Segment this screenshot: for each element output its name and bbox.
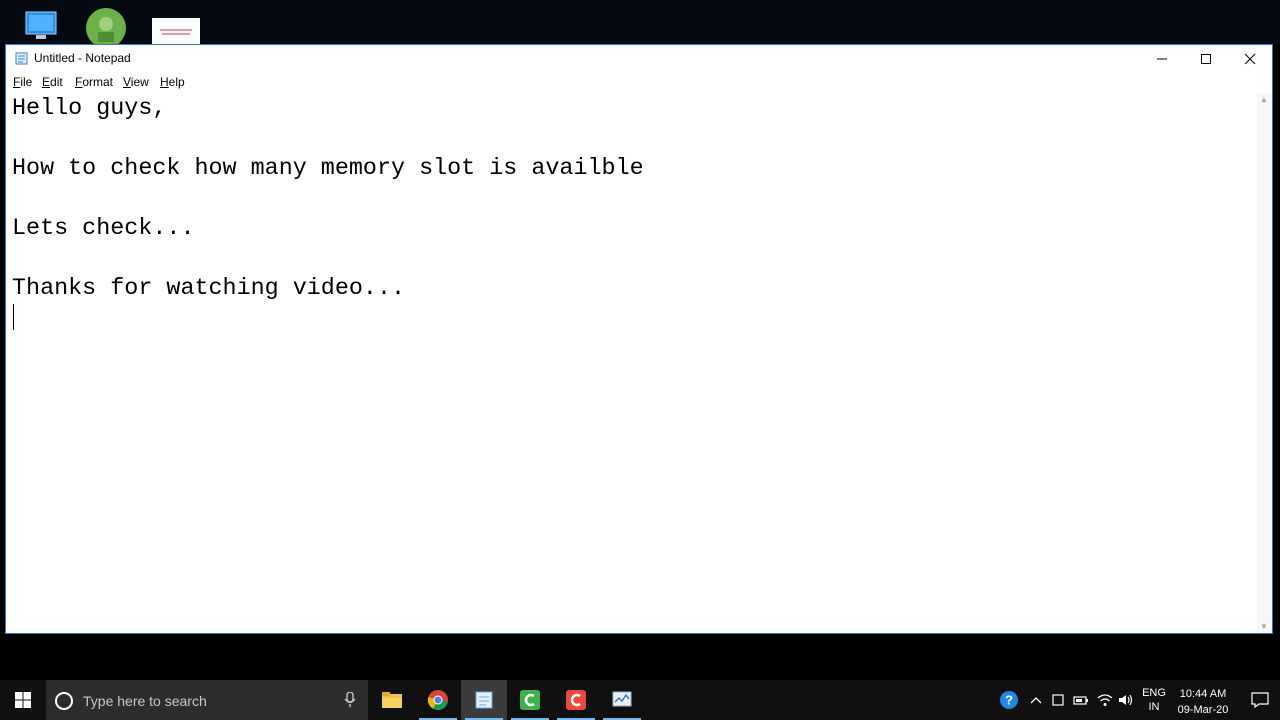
cortana-icon xyxy=(54,691,74,716)
notepad-icon xyxy=(15,51,29,65)
search-placeholder: Type here to search xyxy=(83,693,207,709)
wifi-icon xyxy=(1097,694,1113,706)
chrome-icon xyxy=(427,690,448,710)
volume-button[interactable] xyxy=(1116,680,1136,720)
help-tray-button[interactable]: ? xyxy=(996,680,1022,720)
app-desktop-icon[interactable] xyxy=(86,8,126,48)
camtasia-green-icon xyxy=(520,690,540,710)
search-box[interactable]: Type here to search xyxy=(46,680,368,720)
desktop-background xyxy=(0,634,1280,680)
language-indicator[interactable]: ENG IN xyxy=(1140,686,1168,714)
task-manager-button[interactable] xyxy=(599,680,645,720)
menu-format[interactable]: Format xyxy=(75,75,113,89)
scroll-down-icon[interactable]: ▼ xyxy=(1260,622,1268,631)
menu-help[interactable]: Help xyxy=(160,75,185,89)
text-line: Thanks for watching video... xyxy=(12,276,406,302)
notepad-icon xyxy=(475,691,493,709)
menu-bar: File Edit Format View Help xyxy=(6,73,1272,93)
taskbar: Type here to search ? ENG IN 10:44 AM 09… xyxy=(0,680,1280,720)
square-icon xyxy=(1052,694,1064,706)
clock[interactable]: 10:44 AM 09-Mar-20 xyxy=(1172,686,1234,718)
clock-date: 09-Mar-20 xyxy=(1177,704,1229,716)
network-button[interactable] xyxy=(1094,680,1116,720)
camtasia-red-icon xyxy=(566,690,586,710)
speaker-icon xyxy=(1119,694,1133,706)
notification-icon xyxy=(1251,692,1269,708)
window-title: Untitled - Notepad xyxy=(34,51,131,65)
close-button[interactable] xyxy=(1228,45,1272,73)
notepad-window: Untitled - Notepad File Edit Format View… xyxy=(5,44,1273,634)
camtasia-studio-button[interactable] xyxy=(553,680,599,720)
minimize-button[interactable] xyxy=(1140,45,1184,73)
chrome-button[interactable] xyxy=(415,680,461,720)
tablet-mode-button[interactable] xyxy=(1048,680,1068,720)
maximize-button[interactable] xyxy=(1184,45,1228,73)
action-center-button[interactable] xyxy=(1240,680,1280,720)
scroll-up-icon[interactable]: ▲ xyxy=(1260,95,1268,104)
help-icon: ? xyxy=(1000,691,1018,709)
start-button[interactable] xyxy=(0,680,46,720)
title-bar[interactable]: Untitled - Notepad xyxy=(6,45,1272,73)
file-explorer-button[interactable] xyxy=(369,680,415,720)
notepad-taskbar-button[interactable] xyxy=(461,680,507,720)
battery-icon xyxy=(1073,696,1088,705)
chevron-up-icon xyxy=(1030,697,1042,704)
battery-button[interactable] xyxy=(1070,680,1092,720)
text-line: Hello guys, xyxy=(12,96,167,122)
folder-icon xyxy=(382,692,402,708)
vertical-scrollbar[interactable]: ▲ ▼ xyxy=(1257,93,1272,633)
desktop xyxy=(0,0,1280,48)
text-caret xyxy=(13,304,14,330)
menu-view[interactable]: View xyxy=(123,75,149,89)
menu-edit[interactable]: Edit xyxy=(42,75,63,89)
text-line: How to check how many memory slot is ava… xyxy=(12,156,644,182)
task-manager-icon xyxy=(612,691,632,707)
text-line: Lets check... xyxy=(12,216,195,242)
clock-time: 10:44 AM xyxy=(1179,688,1227,700)
microphone-icon[interactable] xyxy=(344,691,356,713)
document-desktop-icon[interactable] xyxy=(152,8,200,44)
svg-text:?: ? xyxy=(1005,693,1013,708)
windows-icon xyxy=(15,692,31,708)
text-editor[interactable]: Hello guys, How to check how many memory… xyxy=(6,93,1258,633)
menu-file[interactable]: File xyxy=(13,75,32,89)
computer-desktop-icon[interactable] xyxy=(22,8,62,44)
show-hidden-icons-button[interactable] xyxy=(1026,680,1046,720)
camtasia-recorder-button[interactable] xyxy=(507,680,553,720)
